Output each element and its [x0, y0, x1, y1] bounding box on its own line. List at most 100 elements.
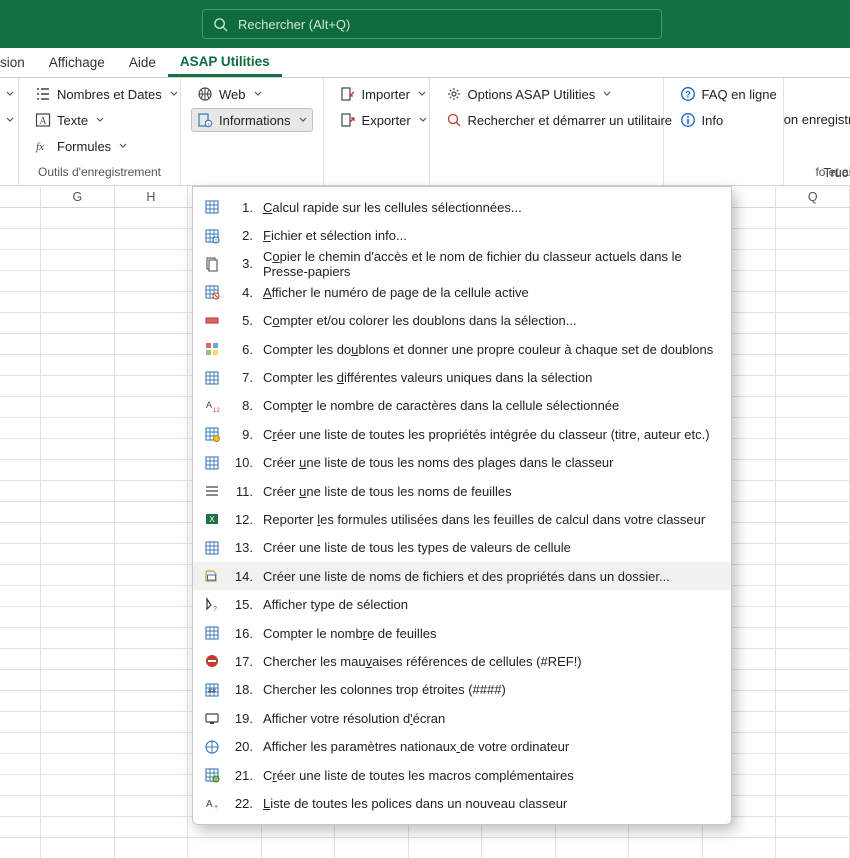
menu-item-label: Compter et/ou colorer les doublons dans …: [263, 313, 717, 328]
menu-item-label: Créer une liste de tous les noms de feui…: [263, 484, 717, 499]
menu-item-number: 16.: [231, 626, 253, 641]
menu-item-number: 15.: [231, 597, 253, 612]
menu-item-label: Créer une liste de noms de fichiers et d…: [263, 569, 717, 584]
menu-item[interactable]: 9.Créer une liste de toutes les propriét…: [193, 420, 731, 448]
menu-item-icon: [203, 567, 221, 585]
menu-item-icon: A+: [203, 794, 221, 812]
menu-item-icon: ?: [203, 596, 221, 614]
svg-text:+: +: [214, 804, 218, 811]
menu-item[interactable]: 17.Chercher les mauvaises références de …: [193, 647, 731, 675]
menu-item-icon: [203, 255, 221, 273]
column-header[interactable]: G: [41, 186, 115, 207]
menu-item[interactable]: A128.Compter le nombre de caractères dan…: [193, 392, 731, 420]
menu-item[interactable]: 1.Calcul rapide sur les cellules sélecti…: [193, 193, 731, 221]
search-box[interactable]: Rechercher (Alt+Q): [202, 9, 662, 39]
text-button[interactable]: A Texte: [29, 108, 170, 132]
search-utility-button[interactable]: Rechercher et démarrer un utilitaire: [440, 108, 653, 132]
informations-button[interactable]: i Informations: [191, 108, 313, 132]
numbers-dates-button[interactable]: Nombres et Dates: [29, 82, 170, 106]
ribbon: Nombres et Dates A Texte fx Formules Out…: [0, 78, 850, 186]
chevron-down-icon: [254, 90, 262, 98]
menu-item-label: Chercher les mauvaises références de cel…: [263, 654, 717, 669]
menu-item[interactable]: 7.Compter les différentes valeurs unique…: [193, 363, 731, 391]
edge-dropdown-2[interactable]: [2, 108, 16, 132]
web-button[interactable]: Web: [191, 82, 313, 106]
menu-item-label: Afficher les paramètres nationaux de vot…: [263, 739, 717, 754]
menu-item-icon: [203, 738, 221, 756]
chevron-down-icon: [96, 116, 104, 124]
menu-item-icon: [203, 766, 221, 784]
svg-text:A: A: [39, 116, 47, 127]
ribbon-group-options: Options ASAP Utilities Rechercher et dém…: [430, 78, 664, 185]
title-bar: Rechercher (Alt+Q): [0, 0, 850, 48]
menu-item[interactable]: 10.Créer une liste de tous les noms des …: [193, 449, 731, 477]
svg-text:A: A: [206, 400, 212, 410]
menu-item[interactable]: 14. Créer une liste de noms de fichiers e…: [193, 562, 731, 590]
menu-item-icon: [203, 652, 221, 670]
menu-item-label: Fichier et sélection info...: [263, 228, 717, 243]
menu-item[interactable]: 13. Créer une liste de tous les types de …: [193, 534, 731, 562]
tab-affichage[interactable]: Affichage: [37, 48, 117, 77]
menu-item[interactable]: 20.Afficher les paramètres nationaux de …: [193, 732, 731, 760]
menu-item[interactable]: 16.Compter le nombre de feuilles: [193, 619, 731, 647]
menu-item-label: Créer une liste de tous les noms des pla…: [263, 455, 717, 470]
menu-item[interactable]: A+ 22. Liste de toutes les polices dans un…: [193, 789, 731, 817]
menu-item[interactable]: 6.Compter les doublons et donner une pro…: [193, 335, 731, 363]
menu-item-number: 5.: [231, 313, 253, 328]
tab-revision-cut[interactable]: sion: [0, 48, 37, 77]
gear-icon: [446, 86, 462, 102]
exporter-button[interactable]: Exporter: [334, 108, 419, 132]
menu-item[interactable]: ##18.Chercher les colonnes trop étroites…: [193, 676, 731, 704]
tab-asap-utilities[interactable]: ASAP Utilities: [168, 48, 282, 77]
fx-icon: fx: [35, 138, 51, 154]
menu-item-number: 11.: [231, 484, 253, 499]
menu-item-label: Afficher votre résolution d'écran: [263, 711, 717, 726]
menu-item-number: 7.: [231, 370, 253, 385]
edge-dropdown-1[interactable]: [2, 82, 16, 106]
menu-item-label: Afficher le numéro de page de la cellule…: [263, 285, 717, 300]
menu-item[interactable]: 5. Compter et/ou colorer les doublons dan…: [193, 307, 731, 335]
menu-item[interactable]: 3.Copier le chemin d'accès et le nom de …: [193, 250, 731, 278]
importer-button[interactable]: Importer: [334, 82, 419, 106]
info-sheet-icon: i: [197, 112, 213, 128]
menu-item-number: 21.: [231, 768, 253, 783]
menu-item-icon: [203, 482, 221, 500]
menu-item-label: Copier le chemin d'accès et le nom de fi…: [263, 249, 717, 279]
menu-item-number: 22.: [231, 796, 253, 811]
info-button[interactable]: Info: [674, 108, 783, 132]
chevron-down-icon: [170, 90, 178, 98]
menu-item-icon: i: [203, 227, 221, 245]
menu-item[interactable]: 21.Créer une liste de toutes les macros …: [193, 761, 731, 789]
menu-item[interactable]: 19.Afficher votre résolution d'écran: [193, 704, 731, 732]
menu-item-icon: [203, 198, 221, 216]
menu-item[interactable]: ?15.Afficher type de sélection: [193, 590, 731, 618]
options-asap-button[interactable]: Options ASAP Utilities: [440, 82, 653, 106]
menu-item-icon: [203, 709, 221, 727]
menu-item-label: Créer une liste de tous les types de val…: [263, 540, 717, 555]
menu-item-number: 18.: [231, 682, 253, 697]
column-header[interactable]: H: [115, 186, 189, 207]
chevron-down-icon: [6, 90, 14, 98]
menu-item-number: 1.: [231, 200, 253, 215]
ribbon-group-help: ? FAQ en ligne Info: [664, 78, 784, 185]
tab-aide[interactable]: Aide: [117, 48, 168, 77]
menu-item-label: Liste de toutes les polices dans un nouv…: [263, 796, 717, 811]
menu-item[interactable]: 11. Créer une liste de tous les noms de f…: [193, 477, 731, 505]
export-icon: [340, 112, 356, 128]
menu-item-icon: [203, 369, 221, 387]
menu-item[interactable]: 4.Afficher le numéro de page de la cellu…: [193, 278, 731, 306]
menu-item-number: 14.: [231, 569, 253, 584]
menu-item-icon: X: [203, 510, 221, 528]
faq-button[interactable]: ? FAQ en ligne: [674, 82, 783, 106]
chevron-down-icon: [299, 116, 307, 124]
info-circle-icon: [680, 112, 696, 128]
chevron-down-icon: [119, 142, 127, 150]
import-icon: [340, 86, 356, 102]
menu-item[interactable]: X12.Reporter les formules utilisées dans…: [193, 505, 731, 533]
menu-item[interactable]: i2.Fichier et sélection info...: [193, 221, 731, 249]
menu-item-number: 13.: [231, 540, 253, 555]
group-label-tools: Outils d'enregistrement: [29, 161, 170, 185]
menu-item-icon: [203, 624, 221, 642]
formulas-button[interactable]: fx Formules: [29, 134, 170, 158]
column-header[interactable]: Q: [776, 186, 850, 207]
